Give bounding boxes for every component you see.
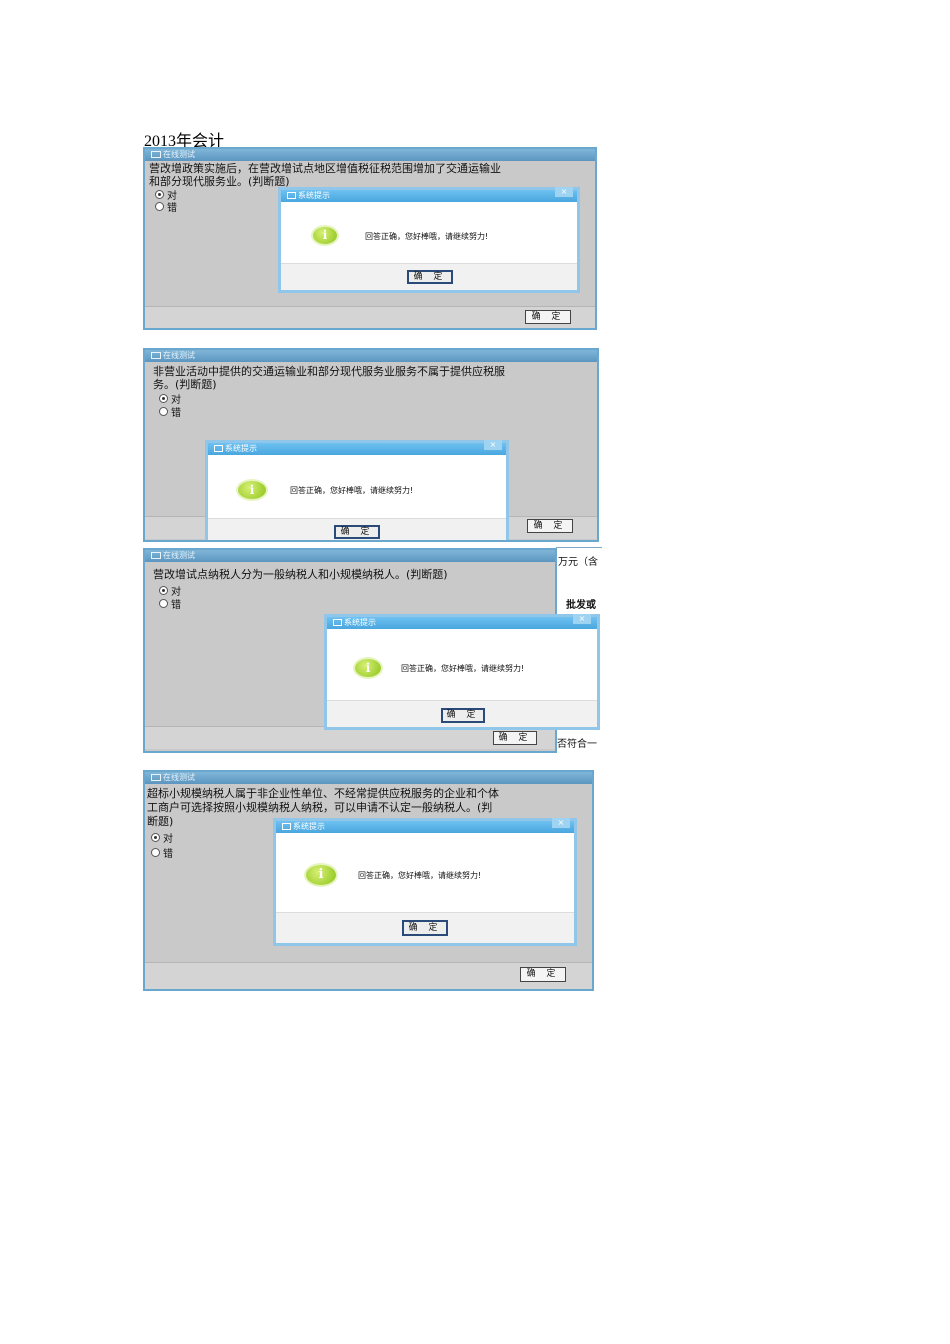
- dialog-title: 系统提示: [293, 822, 325, 831]
- option-false[interactable]: 错: [155, 199, 177, 214]
- dialog-titlebar: 系统提示: [276, 821, 574, 833]
- dialog-window-icon: [333, 619, 342, 626]
- window-title: 在线测试: [163, 551, 195, 560]
- window-icon: [151, 552, 161, 559]
- question-line: 营改增试点纳税人分为一般纳税人和小规模纳税人。(判断题): [153, 568, 448, 581]
- window-titlebar: 在线测试: [145, 550, 555, 562]
- close-icon[interactable]: ×: [573, 614, 591, 624]
- question-line: 营改增政策实施后，在营改增试点地区增值税征税范围增加了交通运输业: [149, 162, 501, 175]
- option-false[interactable]: 错: [159, 404, 181, 419]
- window-title: 在线测试: [163, 150, 195, 159]
- dialog-title: 系统提示: [298, 191, 330, 200]
- info-icon: i: [313, 227, 337, 244]
- system-dialog: 系统提示 × i 回答正确，您好棒哦，请继续努力! 确 定: [324, 614, 600, 730]
- radio-icon[interactable]: [155, 202, 164, 211]
- option-label: 错: [171, 600, 181, 611]
- question-text: 营改增政策实施后，在营改增试点地区增值税征税范围增加了交通运输业 和部分现代服务…: [149, 162, 591, 188]
- footer-ok-button[interactable]: 确 定: [527, 519, 573, 533]
- system-dialog: 系统提示 × i 回答正确，您好棒哦，请继续努力! 确 定: [273, 818, 577, 946]
- question-line: 工商户可选择按照小规模纳税人纳税，可以申请不认定一般纳税人。(判: [147, 801, 493, 814]
- dialog-window-icon: [287, 192, 296, 199]
- dialog-ok-button[interactable]: 确 定: [334, 525, 380, 539]
- dialog-message: 回答正确，您好棒哦，请继续努力!: [290, 486, 414, 495]
- background-text: 否符合一: [557, 739, 597, 750]
- info-icon: i: [238, 481, 266, 499]
- window-icon: [151, 774, 161, 781]
- radio-selected-icon[interactable]: [159, 394, 168, 403]
- option-label: 错: [171, 408, 181, 419]
- option-false[interactable]: 错: [159, 596, 181, 611]
- window-titlebar: 在线测试: [145, 350, 597, 362]
- dialog-message: 回答正确，您好棒哦，请继续努力!: [365, 232, 489, 241]
- background-text: 批发或: [566, 600, 596, 611]
- dialog-titlebar: 系统提示: [327, 617, 597, 629]
- radio-selected-icon[interactable]: [155, 190, 164, 199]
- footer-ok-button[interactable]: 确 定: [525, 310, 571, 324]
- dialog-message: 回答正确，您好棒哦，请继续努力!: [358, 871, 482, 880]
- question-text: 营改增试点纳税人分为一般纳税人和小规模纳税人。(判断题): [153, 568, 551, 581]
- dialog-ok-button[interactable]: 确 定: [441, 708, 485, 723]
- radio-icon[interactable]: [159, 599, 168, 608]
- option-label: 错: [167, 203, 177, 214]
- dialog-title: 系统提示: [344, 618, 376, 627]
- info-icon: i: [355, 659, 381, 677]
- close-icon[interactable]: ×: [555, 187, 573, 197]
- window-title: 在线测试: [163, 773, 195, 782]
- dialog-message: 回答正确，您好棒哦，请继续努力!: [401, 664, 525, 673]
- info-icon: i: [306, 865, 336, 885]
- option-false[interactable]: 错: [151, 845, 173, 860]
- dialog-window-icon: [282, 823, 291, 830]
- screenshot-2: 在线测试 非营业活动中提供的交通运输业和部分现代服务业服务不属于提供应税服 务。…: [143, 348, 599, 542]
- window-icon: [151, 352, 161, 359]
- question-line: 超标小规模纳税人属于非企业性单位、不经常提供应税服务的企业和个体: [147, 787, 499, 800]
- screenshot-1: 在线测试 营改增政策实施后，在营改增试点地区增值税征税范围增加了交通运输业 和部…: [143, 147, 597, 330]
- background-text: 万元（含: [558, 557, 598, 568]
- question-line: 非营业活动中提供的交通运输业和部分现代服务业服务不属于提供应税服: [153, 365, 505, 378]
- dialog-titlebar: 系统提示: [208, 443, 506, 455]
- background-divider: [556, 547, 602, 548]
- radio-icon[interactable]: [159, 407, 168, 416]
- radio-icon[interactable]: [151, 848, 160, 857]
- option-label: 错: [163, 849, 173, 860]
- question-text: 非营业活动中提供的交通运输业和部分现代服务业服务不属于提供应税服 务。(判断题): [153, 365, 593, 391]
- close-icon[interactable]: ×: [484, 440, 502, 450]
- screenshot-4: 在线测试 超标小规模纳税人属于非企业性单位、不经常提供应税服务的企业和个体 工商…: [143, 770, 594, 991]
- dialog-title: 系统提示: [225, 444, 257, 453]
- close-icon[interactable]: ×: [552, 818, 570, 828]
- window-titlebar: 在线测试: [145, 149, 595, 161]
- option-true[interactable]: 对: [151, 830, 173, 845]
- question-line: 务。(判断题): [153, 378, 217, 391]
- radio-selected-icon[interactable]: [159, 586, 168, 595]
- footer-ok-button[interactable]: 确 定: [493, 731, 537, 745]
- dialog-window-icon: [214, 445, 223, 452]
- dialog-ok-button[interactable]: 确 定: [407, 270, 453, 284]
- window-title: 在线测试: [163, 351, 195, 360]
- footer-ok-button[interactable]: 确 定: [520, 967, 566, 982]
- system-dialog: 系统提示 × i 回答正确，您好棒哦，请继续努力! 确 定: [278, 187, 580, 293]
- radio-selected-icon[interactable]: [151, 833, 160, 842]
- window-icon: [151, 151, 161, 158]
- option-label: 对: [163, 834, 173, 845]
- dialog-titlebar: 系统提示: [281, 190, 577, 202]
- window-titlebar: 在线测试: [145, 772, 592, 784]
- system-dialog: 系统提示 × i 回答正确，您好棒哦，请继续努力! 确 定: [205, 440, 509, 540]
- dialog-ok-button[interactable]: 确 定: [402, 920, 448, 936]
